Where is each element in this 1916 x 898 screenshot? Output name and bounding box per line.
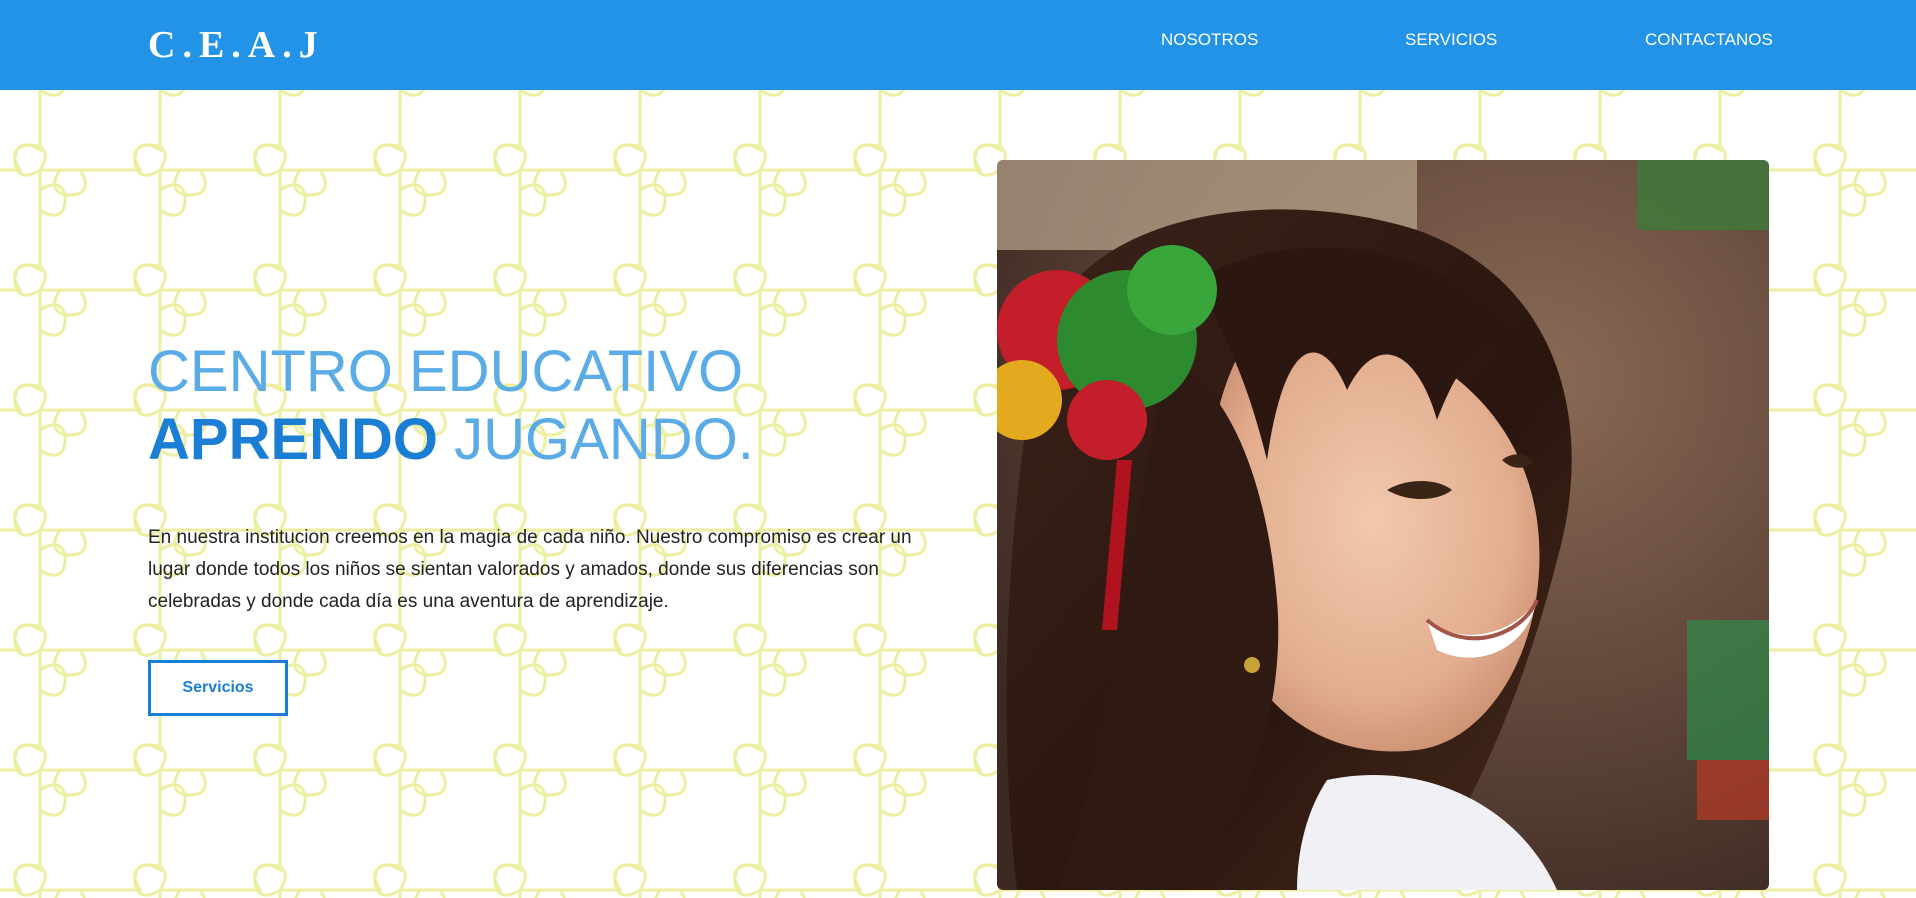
girl-photo-icon [997, 160, 1769, 890]
site-logo[interactable]: C.E.A.J [148, 22, 325, 68]
page: C.E.A.J NOSOTROS SERVICIOS CONTACTANOS C… [0, 0, 1916, 898]
hero-title-rest: JUGANDO. [438, 407, 754, 472]
hero-title: CENTRO EDUCATIVO APRENDO JUGANDO. [148, 338, 928, 474]
nav-link-nosotros[interactable]: NOSOTROS [1161, 30, 1258, 50]
hero-title-strong: APRENDO [148, 407, 439, 472]
top-navigation-bar: C.E.A.J NOSOTROS SERVICIOS CONTACTANOS [0, 0, 1916, 90]
hero-title-line-1: CENTRO EDUCATIVO [148, 339, 744, 404]
nav-link-servicios[interactable]: SERVICIOS [1405, 30, 1497, 50]
nav-link-contactanos[interactable]: CONTACTANOS [1645, 30, 1773, 50]
services-button[interactable]: Servicios [148, 660, 288, 716]
hero-description: En nuestra institucion creemos en la mag… [148, 527, 912, 612]
hero-title-line-2: APRENDO JUGANDO. [148, 406, 928, 474]
